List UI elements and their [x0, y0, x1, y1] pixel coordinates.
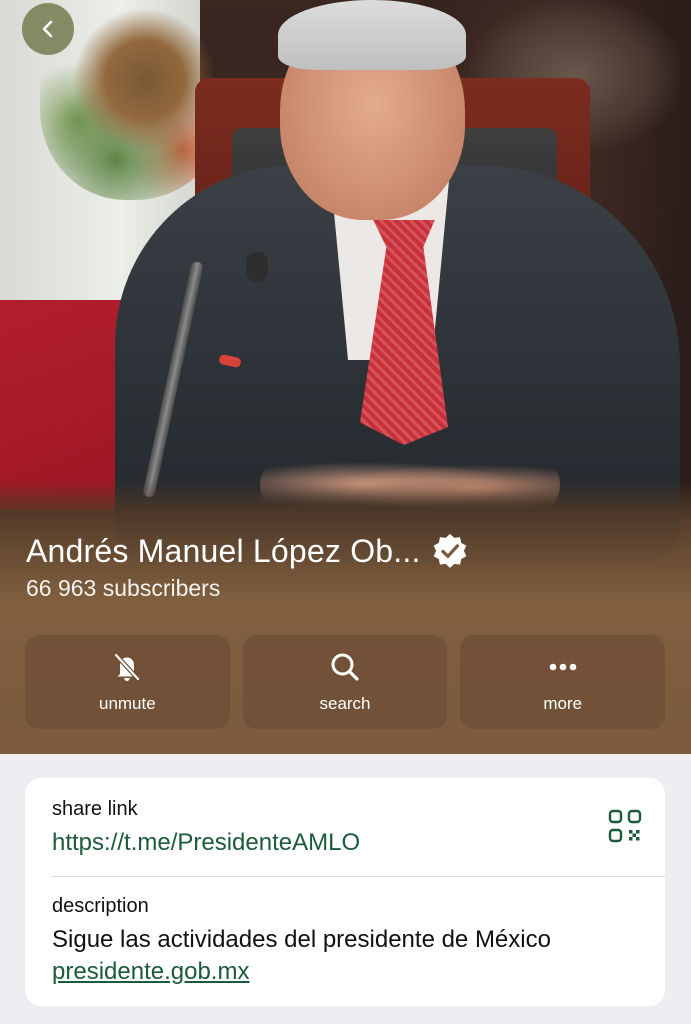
person-hair	[278, 0, 466, 70]
channel-info-card: share link https://t.me/PresidenteAMLO d…	[25, 778, 665, 1006]
subscriber-count: 66 963 subscribers	[26, 575, 221, 601]
more-button[interactable]: more	[460, 635, 666, 729]
back-button[interactable]	[22, 3, 74, 55]
microphone-head	[246, 252, 268, 282]
search-label: search	[319, 694, 371, 713]
description-label: description	[52, 895, 149, 917]
bell-muted-icon	[114, 652, 141, 682]
info-divider	[52, 876, 665, 877]
description-section: description Sigue las actividades del pr…	[52, 895, 645, 986]
qr-code-icon[interactable]	[607, 808, 643, 844]
unmute-label: unmute	[98, 694, 156, 713]
share-link-url[interactable]: https://t.me/PresidenteAMLO	[52, 829, 360, 857]
description-website-link[interactable]: presidente.gob.mx	[52, 958, 249, 986]
chevron-left-icon	[42, 20, 53, 38]
search-icon	[331, 653, 359, 681]
channel-actions: unmute search more	[25, 635, 666, 729]
more-dots-icon	[549, 663, 576, 671]
verified-badge-icon	[433, 533, 466, 568]
unmute-button[interactable]: unmute	[25, 635, 230, 729]
channel-title: Andrés Manuel López Ob...	[26, 532, 421, 569]
search-button[interactable]: search	[242, 635, 448, 729]
more-label: more	[543, 694, 583, 713]
share-link-section: share link https://t.me/PresidenteAMLO	[52, 798, 645, 876]
channel-title-row: Andrés Manuel López Ob...	[26, 528, 469, 574]
share-link-label: share link	[52, 798, 138, 820]
description-text: Sigue las actividades del presidente de …	[52, 926, 551, 953]
